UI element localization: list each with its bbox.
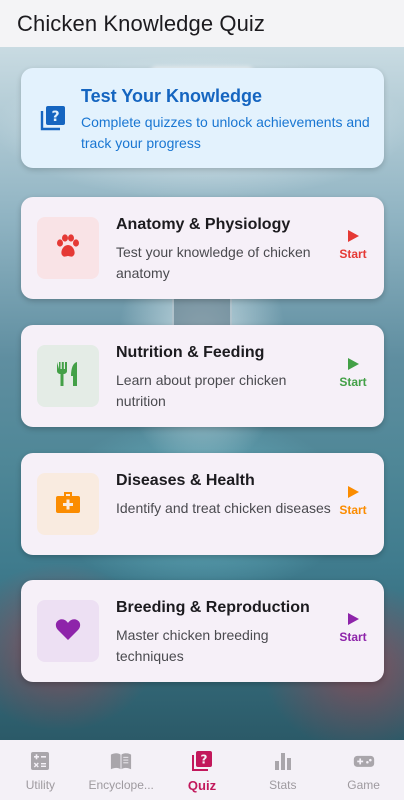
nav-item-utility[interactable]: Utility	[0, 740, 81, 800]
bar-chart-icon	[272, 750, 294, 772]
quiz-card-title: Nutrition & Feeding	[116, 344, 265, 361]
quiz-card-icon-tile	[37, 473, 99, 535]
utensils-icon	[54, 360, 82, 393]
heart-icon	[54, 615, 82, 648]
calculator-icon	[29, 750, 51, 772]
quiz-icon: ?	[191, 750, 213, 772]
quiz-card-nutrition[interactable]: Nutrition & Feeding Learn about proper c…	[21, 325, 384, 427]
start-label: Start	[339, 375, 367, 389]
start-label: Start	[339, 503, 367, 517]
info-banner: ? Test Your Knowledge Complete quizzes t…	[21, 68, 384, 168]
book-icon	[110, 750, 132, 772]
quiz-card-icon-tile	[37, 217, 99, 279]
medical-kit-icon	[54, 488, 82, 521]
quiz-card-title: Breeding & Reproduction	[116, 599, 310, 616]
play-icon	[348, 613, 359, 625]
quiz-card-title: Anatomy & Physiology	[116, 216, 291, 233]
gamepad-icon	[353, 750, 375, 772]
svg-text:?: ?	[201, 753, 208, 767]
start-button[interactable]: Start	[336, 229, 370, 261]
play-icon	[348, 486, 359, 498]
play-icon	[348, 358, 359, 370]
quiz-card-diseases[interactable]: Diseases & Health Identify and treat chi…	[21, 453, 384, 555]
nav-label: Game	[347, 778, 380, 792]
bottom-nav: Utility Encyclope... ? Quiz Stats Game	[0, 740, 404, 800]
nav-item-quiz[interactable]: ? Quiz	[162, 740, 243, 800]
nav-label: Encyclope...	[88, 778, 154, 792]
nav-item-game[interactable]: Game	[323, 740, 404, 800]
quiz-card-title: Diseases & Health	[116, 472, 255, 489]
start-button[interactable]: Start	[336, 485, 370, 517]
quiz-card-description: Identify and treat chicken diseases	[116, 500, 331, 516]
quiz-card-description: Test your knowledge of chicken anatomy	[116, 244, 311, 281]
start-label: Start	[339, 247, 367, 261]
banner-subtitle: Complete quizzes to unlock achievements …	[81, 114, 370, 151]
quiz-card-description: Learn about proper chicken nutrition	[116, 372, 287, 409]
page-title: Chicken Knowledge Quiz	[17, 10, 266, 36]
nav-label: Utility	[25, 778, 56, 792]
banner-title: Test Your Knowledge	[81, 86, 263, 106]
quiz-card-description: Master chicken breeding techniques	[116, 627, 269, 664]
quiz-card-breeding[interactable]: Breeding & Reproduction Master chicken b…	[21, 580, 384, 682]
nav-label: Stats	[269, 778, 297, 792]
nav-item-encyclopedia[interactable]: Encyclope...	[81, 740, 162, 800]
play-icon	[348, 230, 359, 242]
nav-label: Quiz	[187, 778, 217, 793]
nav-item-stats[interactable]: Stats	[242, 740, 323, 800]
quiz-icon: ?	[39, 104, 67, 132]
quiz-card-icon-tile	[37, 345, 99, 407]
start-button[interactable]: Start	[336, 612, 370, 644]
quiz-card-icon-tile	[37, 600, 99, 662]
app-bar: Chicken Knowledge Quiz	[0, 0, 404, 47]
quiz-card-anatomy[interactable]: Anatomy & Physiology Test your knowledge…	[21, 197, 384, 299]
paw-icon	[54, 232, 82, 265]
start-label: Start	[339, 630, 367, 644]
start-button[interactable]: Start	[336, 357, 370, 389]
svg-text:?: ?	[51, 109, 59, 125]
